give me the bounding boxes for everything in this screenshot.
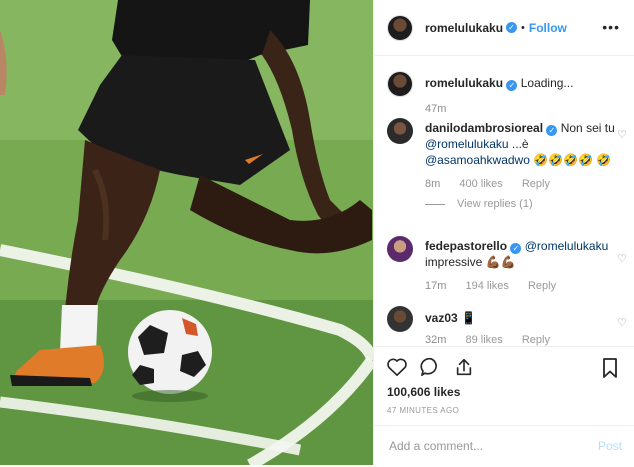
comment-text: Non sei tu	[560, 121, 615, 135]
heart-icon[interactable]	[386, 357, 408, 377]
caption-item: romelulukaku ✓ Loading... 47m	[387, 71, 617, 115]
caption-username[interactable]: romelulukaku	[425, 76, 503, 90]
add-comment-bar: Post	[374, 425, 634, 467]
comment-text: impressive 💪🏾💪🏾	[425, 255, 516, 269]
share-icon[interactable]	[454, 357, 474, 377]
post-time-ago[interactable]: 47 MINUTES AGO	[387, 406, 459, 415]
comment-text: 📱	[461, 311, 476, 325]
comment-time[interactable]: 8m	[425, 178, 440, 190]
comment-username[interactable]: vaz03	[425, 311, 458, 325]
separator-dot: •	[521, 21, 525, 34]
comment-username[interactable]: danilodambrosioreal	[425, 121, 543, 135]
comment-like-heart-icon[interactable]: ♡	[617, 252, 627, 265]
commenter-avatar[interactable]	[387, 236, 413, 262]
reply-button[interactable]: Reply	[522, 178, 550, 190]
more-options-icon[interactable]: •••	[602, 19, 620, 35]
verified-badge-icon: ✓	[510, 243, 522, 254]
comment-likes[interactable]: 400 likes	[459, 178, 502, 190]
verified-badge-icon: ✓	[506, 22, 518, 33]
post-side-panel: romelulukaku ✓ • Follow ••• romelulukaku…	[373, 0, 634, 465]
instagram-post: romelulukaku ✓ • Follow ••• romelulukaku…	[0, 0, 634, 465]
comment-emoji: 🤣🤣🤣🤣 🤣	[533, 153, 612, 167]
comment-like-heart-icon[interactable]: ♡	[617, 316, 627, 329]
caption-text: Loading...	[520, 76, 574, 90]
commenter-avatar[interactable]	[387, 306, 413, 332]
comment-mention[interactable]: @asamoahkwadwo	[425, 153, 530, 167]
verified-badge-icon: ✓	[546, 125, 558, 136]
likes-count[interactable]: 100,606 likes	[387, 385, 460, 399]
comment-icon[interactable]	[420, 357, 442, 377]
view-replies-button[interactable]: View replies (1)	[457, 198, 533, 210]
comment-text-suffix: ...è	[511, 137, 529, 151]
comment-likes[interactable]: 194 likes	[465, 280, 508, 292]
post-actions: 100,606 likes 47 MINUTES AGO Post	[374, 346, 634, 467]
comment-likes[interactable]: 89 likes	[465, 334, 502, 346]
reply-button[interactable]: Reply	[522, 334, 550, 346]
caption-time[interactable]: 47m	[425, 103, 446, 115]
comments-list: romelulukaku ✓ Loading... 47m danilodamb…	[374, 56, 634, 346]
verified-badge-icon: ✓	[506, 80, 518, 91]
comment-time[interactable]: 32m	[425, 334, 446, 346]
commenter-avatar[interactable]	[387, 118, 413, 144]
add-comment-input[interactable]	[387, 438, 571, 454]
post-comment-button[interactable]: Post	[598, 439, 622, 453]
author-avatar[interactable]	[387, 14, 413, 41]
footballer-photo	[0, 0, 373, 465]
caption-avatar[interactable]	[387, 71, 413, 97]
bookmark-icon[interactable]	[602, 358, 618, 378]
comment-time[interactable]: 17m	[425, 280, 446, 292]
comment-mention[interactable]: @romelulukaku	[525, 239, 609, 253]
comment-mention[interactable]: @romelulukaku	[425, 137, 509, 151]
reply-button[interactable]: Reply	[528, 280, 556, 292]
comment-like-heart-icon[interactable]: ♡	[617, 128, 627, 141]
comment-username[interactable]: fedepastorello	[425, 239, 507, 253]
comment-item: fedepastorello ✓ @romelulukaku impressiv…	[387, 236, 627, 292]
comment-item: vaz03 📱 ♡ 32m 89 likes Reply	[387, 306, 627, 346]
replies-divider	[425, 203, 445, 205]
post-header: romelulukaku ✓ • Follow •••	[374, 0, 634, 56]
author-username[interactable]: romelulukaku	[425, 21, 503, 35]
comment-item: danilodambrosioreal ✓ Non sei tu @romelu…	[387, 118, 627, 210]
post-photo[interactable]	[0, 0, 373, 465]
follow-button[interactable]: Follow	[529, 21, 567, 35]
